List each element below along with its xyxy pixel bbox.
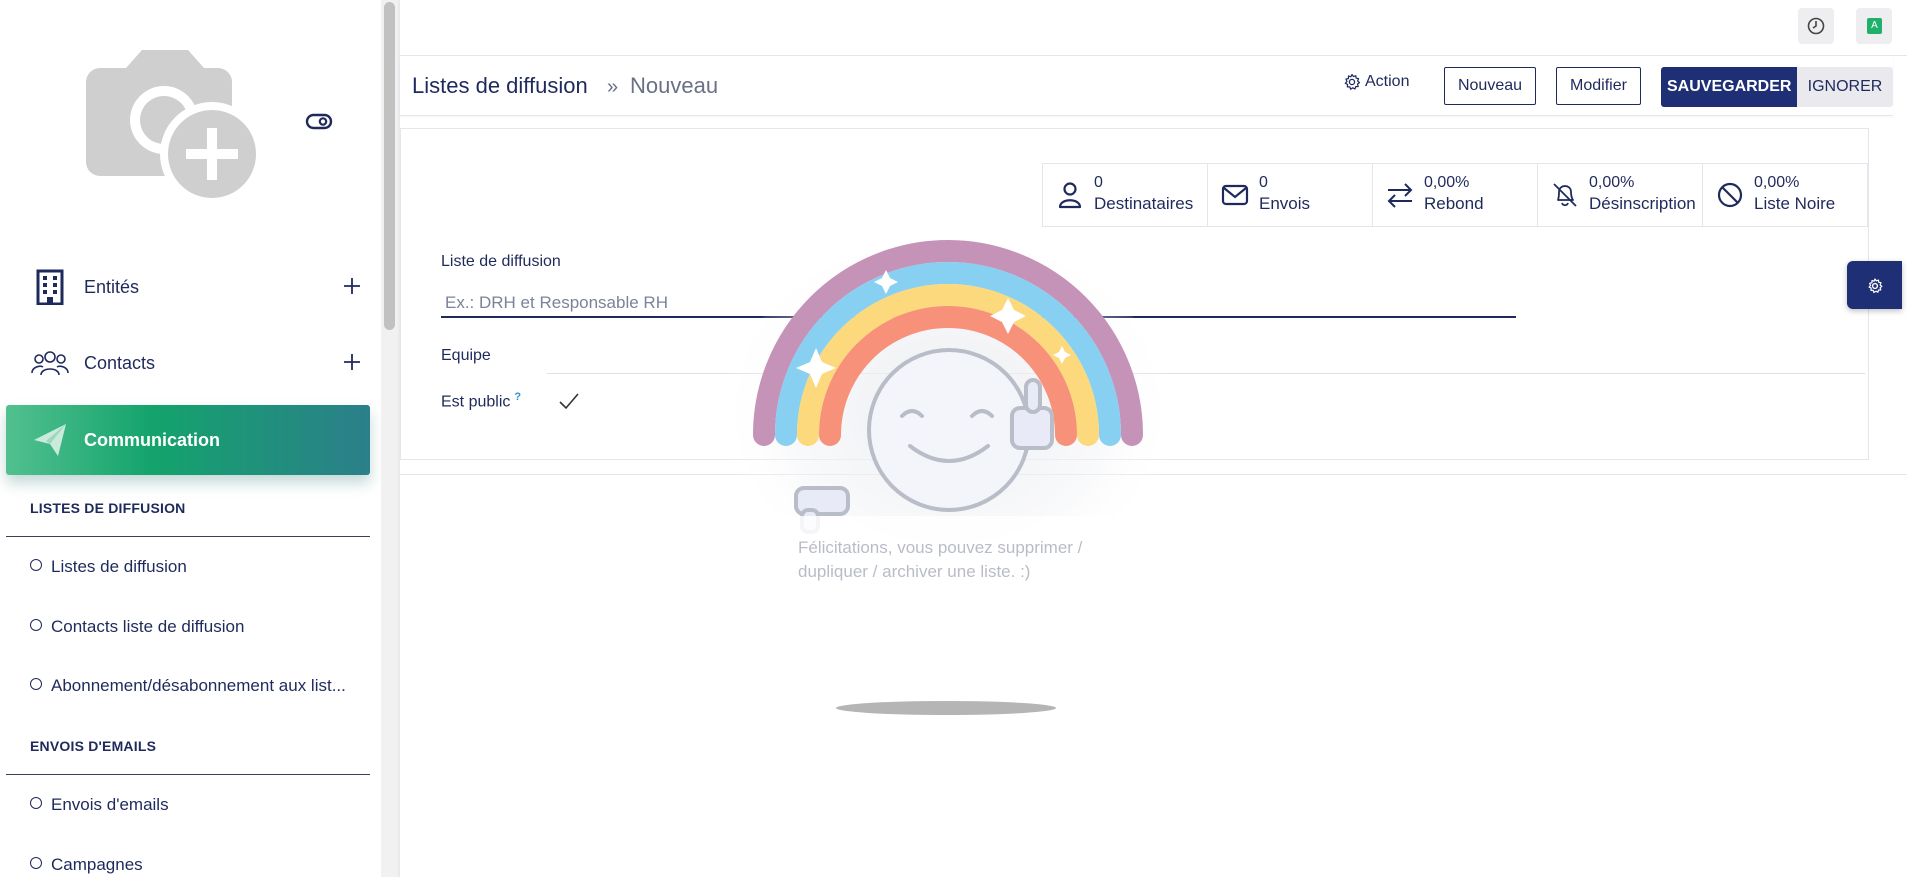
stat-label: Envois <box>1259 194 1311 213</box>
settings-side-tab[interactable] <box>1847 261 1902 309</box>
paper-plane-icon <box>34 424 66 456</box>
sidebar-item-label: Campagnes <box>51 855 143 874</box>
public-label-text: Est public <box>441 393 511 411</box>
sidebar-item-label: Contacts liste de diffusion <box>51 617 245 636</box>
user-avatar-button[interactable]: A <box>1856 8 1892 44</box>
section-header: ENVOIS D'EMAILS <box>30 738 157 754</box>
sidebar: Entités Contacts Communication LISTES DE… <box>0 0 398 877</box>
divider <box>6 536 370 537</box>
action-menu-button[interactable]: Action <box>1343 73 1409 91</box>
action-label: Action <box>1365 73 1410 90</box>
nav-entites[interactable]: Entités <box>6 252 370 322</box>
mascot-shadow <box>836 701 1056 715</box>
stat-value: 0,00% <box>1589 174 1635 191</box>
sidebar-item-listes[interactable]: Listes de diffusion <box>30 557 187 581</box>
divider <box>6 774 370 775</box>
ban-icon <box>1717 182 1743 208</box>
nav-communication[interactable]: Communication <box>6 405 370 475</box>
control-panel: Listes de diffusion » Nouveau Action Nou… <box>400 57 1893 116</box>
help-tooltip-icon[interactable]: ? <box>514 391 521 403</box>
plus-icon[interactable] <box>342 276 362 296</box>
public-label: Est public? <box>441 391 521 411</box>
scroll-thumb[interactable] <box>384 2 395 330</box>
breadcrumb-current: Nouveau <box>630 73 719 98</box>
people-icon <box>31 351 69 376</box>
gear-icon <box>1868 278 1883 294</box>
nav-contacts[interactable]: Contacts <box>6 328 370 398</box>
nav-label: Communication <box>84 430 221 450</box>
rainbow-message: Félicitations, vous pouvez supprimer / d… <box>798 538 1083 581</box>
stat-label: Liste Noire <box>1754 194 1836 213</box>
sidebar-item-label: Listes de diffusion <box>51 557 187 576</box>
nav-label: Entités <box>84 277 140 297</box>
rainbow-message-box: Félicitations, vous pouvez supprimer / d… <box>786 516 1112 604</box>
toggle-icon[interactable] <box>304 110 334 132</box>
sidebar-item-contacts-liste[interactable]: Contacts liste de diffusion <box>30 617 244 641</box>
stat-envois[interactable]: 0 Envois <box>1207 163 1373 227</box>
stat-desinscription[interactable]: 0,00% Désinscription <box>1537 163 1703 227</box>
public-checkbox[interactable] <box>557 391 581 411</box>
stat-label: Rebond <box>1424 194 1484 213</box>
bell-off-icon <box>1553 183 1577 207</box>
avatar: A <box>1867 18 1882 34</box>
breadcrumb-separator: » <box>607 76 619 98</box>
stat-label: Désinscription <box>1589 194 1696 213</box>
gear-icon <box>1344 73 1361 90</box>
edit-button[interactable]: Modifier <box>1556 67 1641 105</box>
stat-label: Destinataires <box>1094 194 1194 213</box>
stat-value: 0,00% <box>1424 174 1470 191</box>
stat-buttons: 0 Destinataires 0 Envois 0,00% Rebond 0,… <box>1042 163 1868 227</box>
new-button[interactable]: Nouveau <box>1444 67 1536 105</box>
envelope-icon <box>1221 184 1249 206</box>
add-photo-icon[interactable] <box>86 50 264 206</box>
sidebar-item-abonnement[interactable]: Abonnement/désabonnement aux list... <box>30 676 346 700</box>
building-icon <box>36 269 64 305</box>
history-button[interactable] <box>1798 8 1834 44</box>
stat-liste-noire[interactable]: 0,00% Liste Noire <box>1702 163 1868 227</box>
stat-destinataires[interactable]: 0 Destinataires <box>1042 163 1208 227</box>
swap-arrows-icon <box>1387 183 1413 208</box>
stat-value: 0 <box>1094 174 1103 191</box>
topbar: A <box>400 0 1907 56</box>
stat-value: 0 <box>1259 174 1268 191</box>
sidebar-item-label: Envois d'emails <box>51 795 169 814</box>
breadcrumb-parent[interactable]: Listes de diffusion <box>412 73 588 99</box>
list-name-label: Liste de diffusion <box>441 253 561 270</box>
sidebar-item-envois[interactable]: Envois d'emails <box>30 795 169 819</box>
nav-label: Contacts <box>84 353 156 373</box>
sidebar-item-label: Abonnement/désabonnement aux list... <box>51 676 346 695</box>
clock-icon <box>1807 17 1825 35</box>
section-header: LISTES DE DIFFUSION <box>30 500 186 516</box>
sidebar-item-campagnes[interactable]: Campagnes <box>30 855 143 879</box>
save-button[interactable]: SAUVEGARDER <box>1661 67 1797 107</box>
stat-rebond[interactable]: 0,00% Rebond <box>1372 163 1538 227</box>
stat-value: 0,00% <box>1754 174 1800 191</box>
user-icon <box>1058 182 1082 209</box>
team-label: Equipe <box>441 347 491 364</box>
sidebar-scrollbar[interactable] <box>381 0 398 877</box>
discard-button[interactable]: IGNORER <box>1797 67 1893 107</box>
plus-icon[interactable] <box>342 352 362 372</box>
